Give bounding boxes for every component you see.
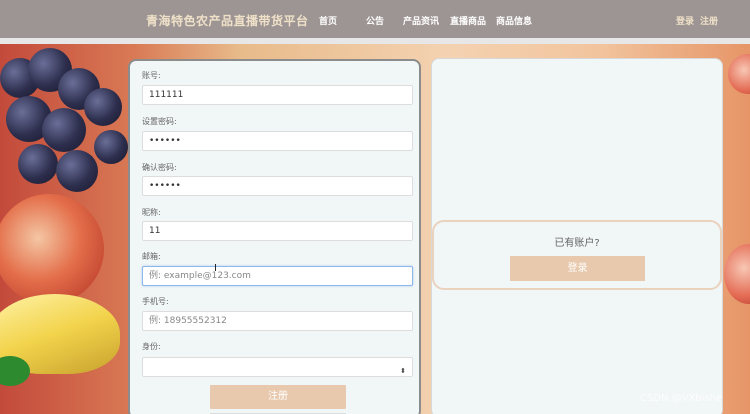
identity-select[interactable]: ⬍ (142, 357, 413, 377)
phone-placeholder: 例: 18955552312 (149, 316, 227, 326)
phone-label: 手机号: (142, 297, 169, 306)
password-input[interactable]: •••••• (142, 131, 413, 151)
email-input[interactable]: 例: example@123.com (142, 266, 413, 286)
nav-home[interactable]: 首页 (319, 14, 337, 27)
nav-live-products[interactable]: 直播商品 (450, 14, 486, 27)
nav-notice[interactable]: 公告 (366, 14, 384, 27)
account-side-panel: 已有账户? 登录 (431, 58, 723, 414)
email-label: 邮箱: (142, 252, 161, 261)
text-cursor-icon: I (214, 263, 217, 274)
chevron-up-down-icon: ⬍ (400, 367, 406, 375)
have-account-text: 已有账户? (554, 238, 600, 249)
nickname-label: 昵称: (142, 208, 161, 217)
nickname-input[interactable]: 11 (142, 221, 413, 241)
identity-label: 身份: (142, 342, 161, 351)
account-input[interactable]: 111111 (142, 85, 413, 105)
site-title: 青海特色农产品直播带货平台 (146, 14, 309, 28)
nav-product-info[interactable]: 商品信息 (496, 14, 532, 27)
header-register-link[interactable]: 注册 (700, 14, 718, 27)
nav-product-news[interactable]: 产品资讯 (403, 14, 439, 27)
login-button[interactable]: 登录 (510, 256, 645, 281)
register-button[interactable]: 注册 (210, 385, 346, 409)
top-navigation: 青海特色农产品直播带货平台 首页 公告 产品资讯 直播商品 商品信息 登录 注册 (0, 0, 750, 38)
watermark-text: CSDN @VXbishe (640, 393, 723, 404)
header-login-link[interactable]: 登录 (676, 14, 694, 27)
register-form-panel: 账号: 111111 设置密码: •••••• 确认密码: •••••• 昵称:… (128, 59, 421, 414)
phone-input[interactable]: 例: 18955552312 (142, 311, 413, 331)
password-label: 设置密码: (142, 117, 177, 126)
login-prompt-box: 已有账户? 登录 (432, 220, 722, 290)
account-label: 账号: (142, 71, 161, 80)
confirm-password-label: 确认密码: (142, 163, 177, 172)
email-placeholder: 例: example@123.com (149, 271, 251, 281)
confirm-password-input[interactable]: •••••• (142, 176, 413, 196)
